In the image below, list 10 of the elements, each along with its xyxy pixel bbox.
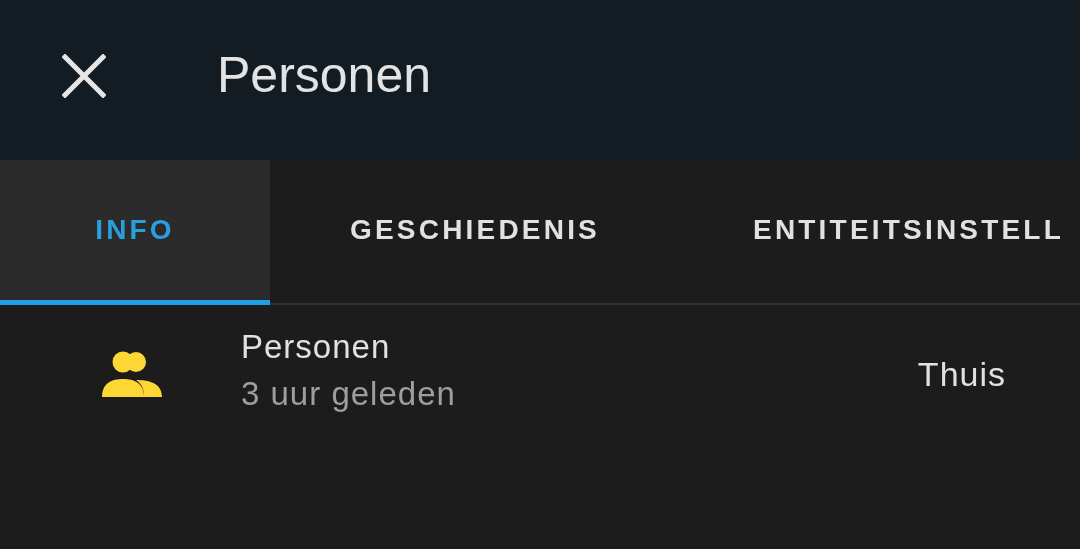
close-icon <box>62 54 106 98</box>
tab[interactable]: INFO <box>0 160 270 305</box>
people-icon <box>102 351 162 397</box>
last-changed-text: 3 uur geleden <box>241 374 457 414</box>
dialog-title: Personen <box>217 46 432 104</box>
entity-name: Personen <box>241 327 392 367</box>
entity-state: Thuis <box>917 354 1006 394</box>
close-button[interactable] <box>62 54 106 98</box>
tab[interactable]: ENTITEITSINSTELL <box>680 160 1064 305</box>
tab[interactable]: GESCHIEDENIS <box>270 160 680 305</box>
